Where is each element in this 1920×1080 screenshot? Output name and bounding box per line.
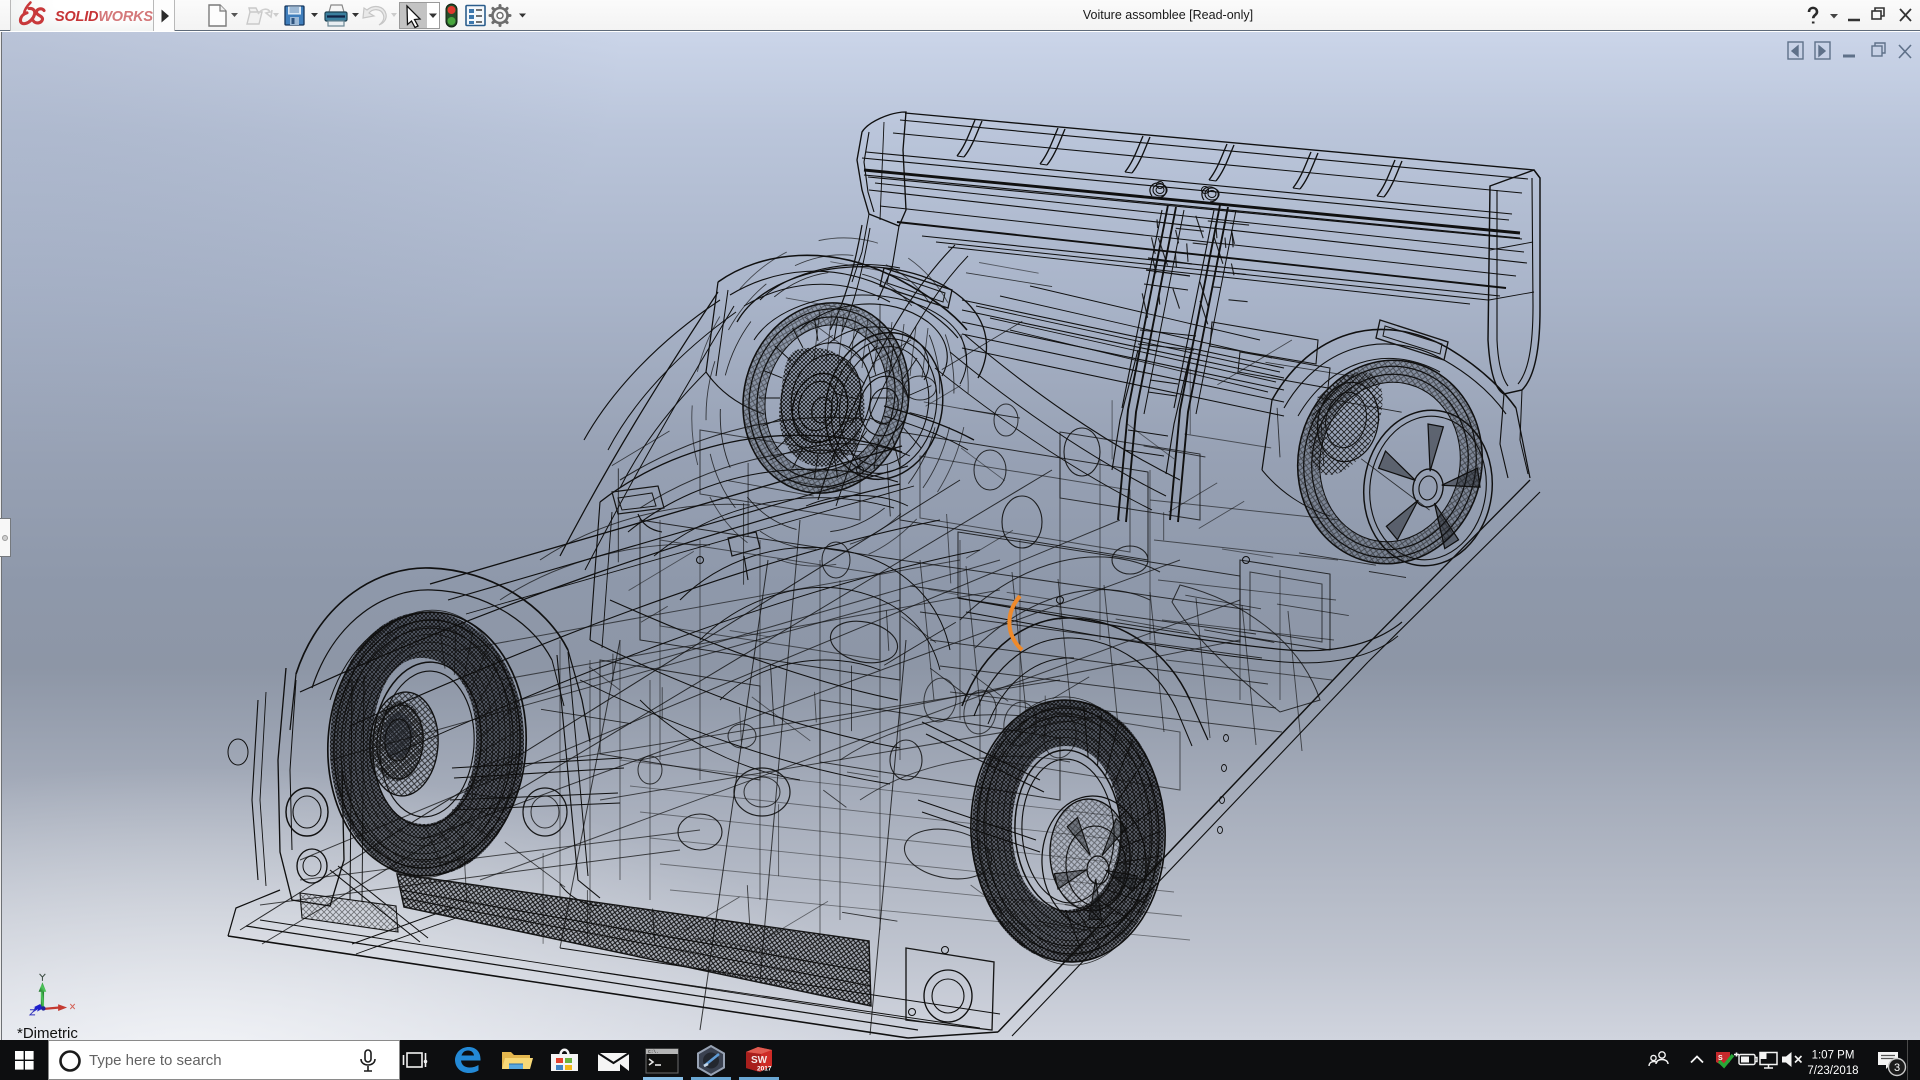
svg-text:SW: SW bbox=[751, 1055, 768, 1066]
svg-text:2017: 2017 bbox=[757, 1066, 772, 1073]
svg-text:1:07 PM: 1:07 PM bbox=[1812, 1050, 1855, 1062]
svg-text:C:\.: C:\. bbox=[648, 1049, 659, 1055]
svg-text:7/23/2018: 7/23/2018 bbox=[1807, 1065, 1858, 1077]
svg-text:3: 3 bbox=[1894, 1062, 1900, 1074]
